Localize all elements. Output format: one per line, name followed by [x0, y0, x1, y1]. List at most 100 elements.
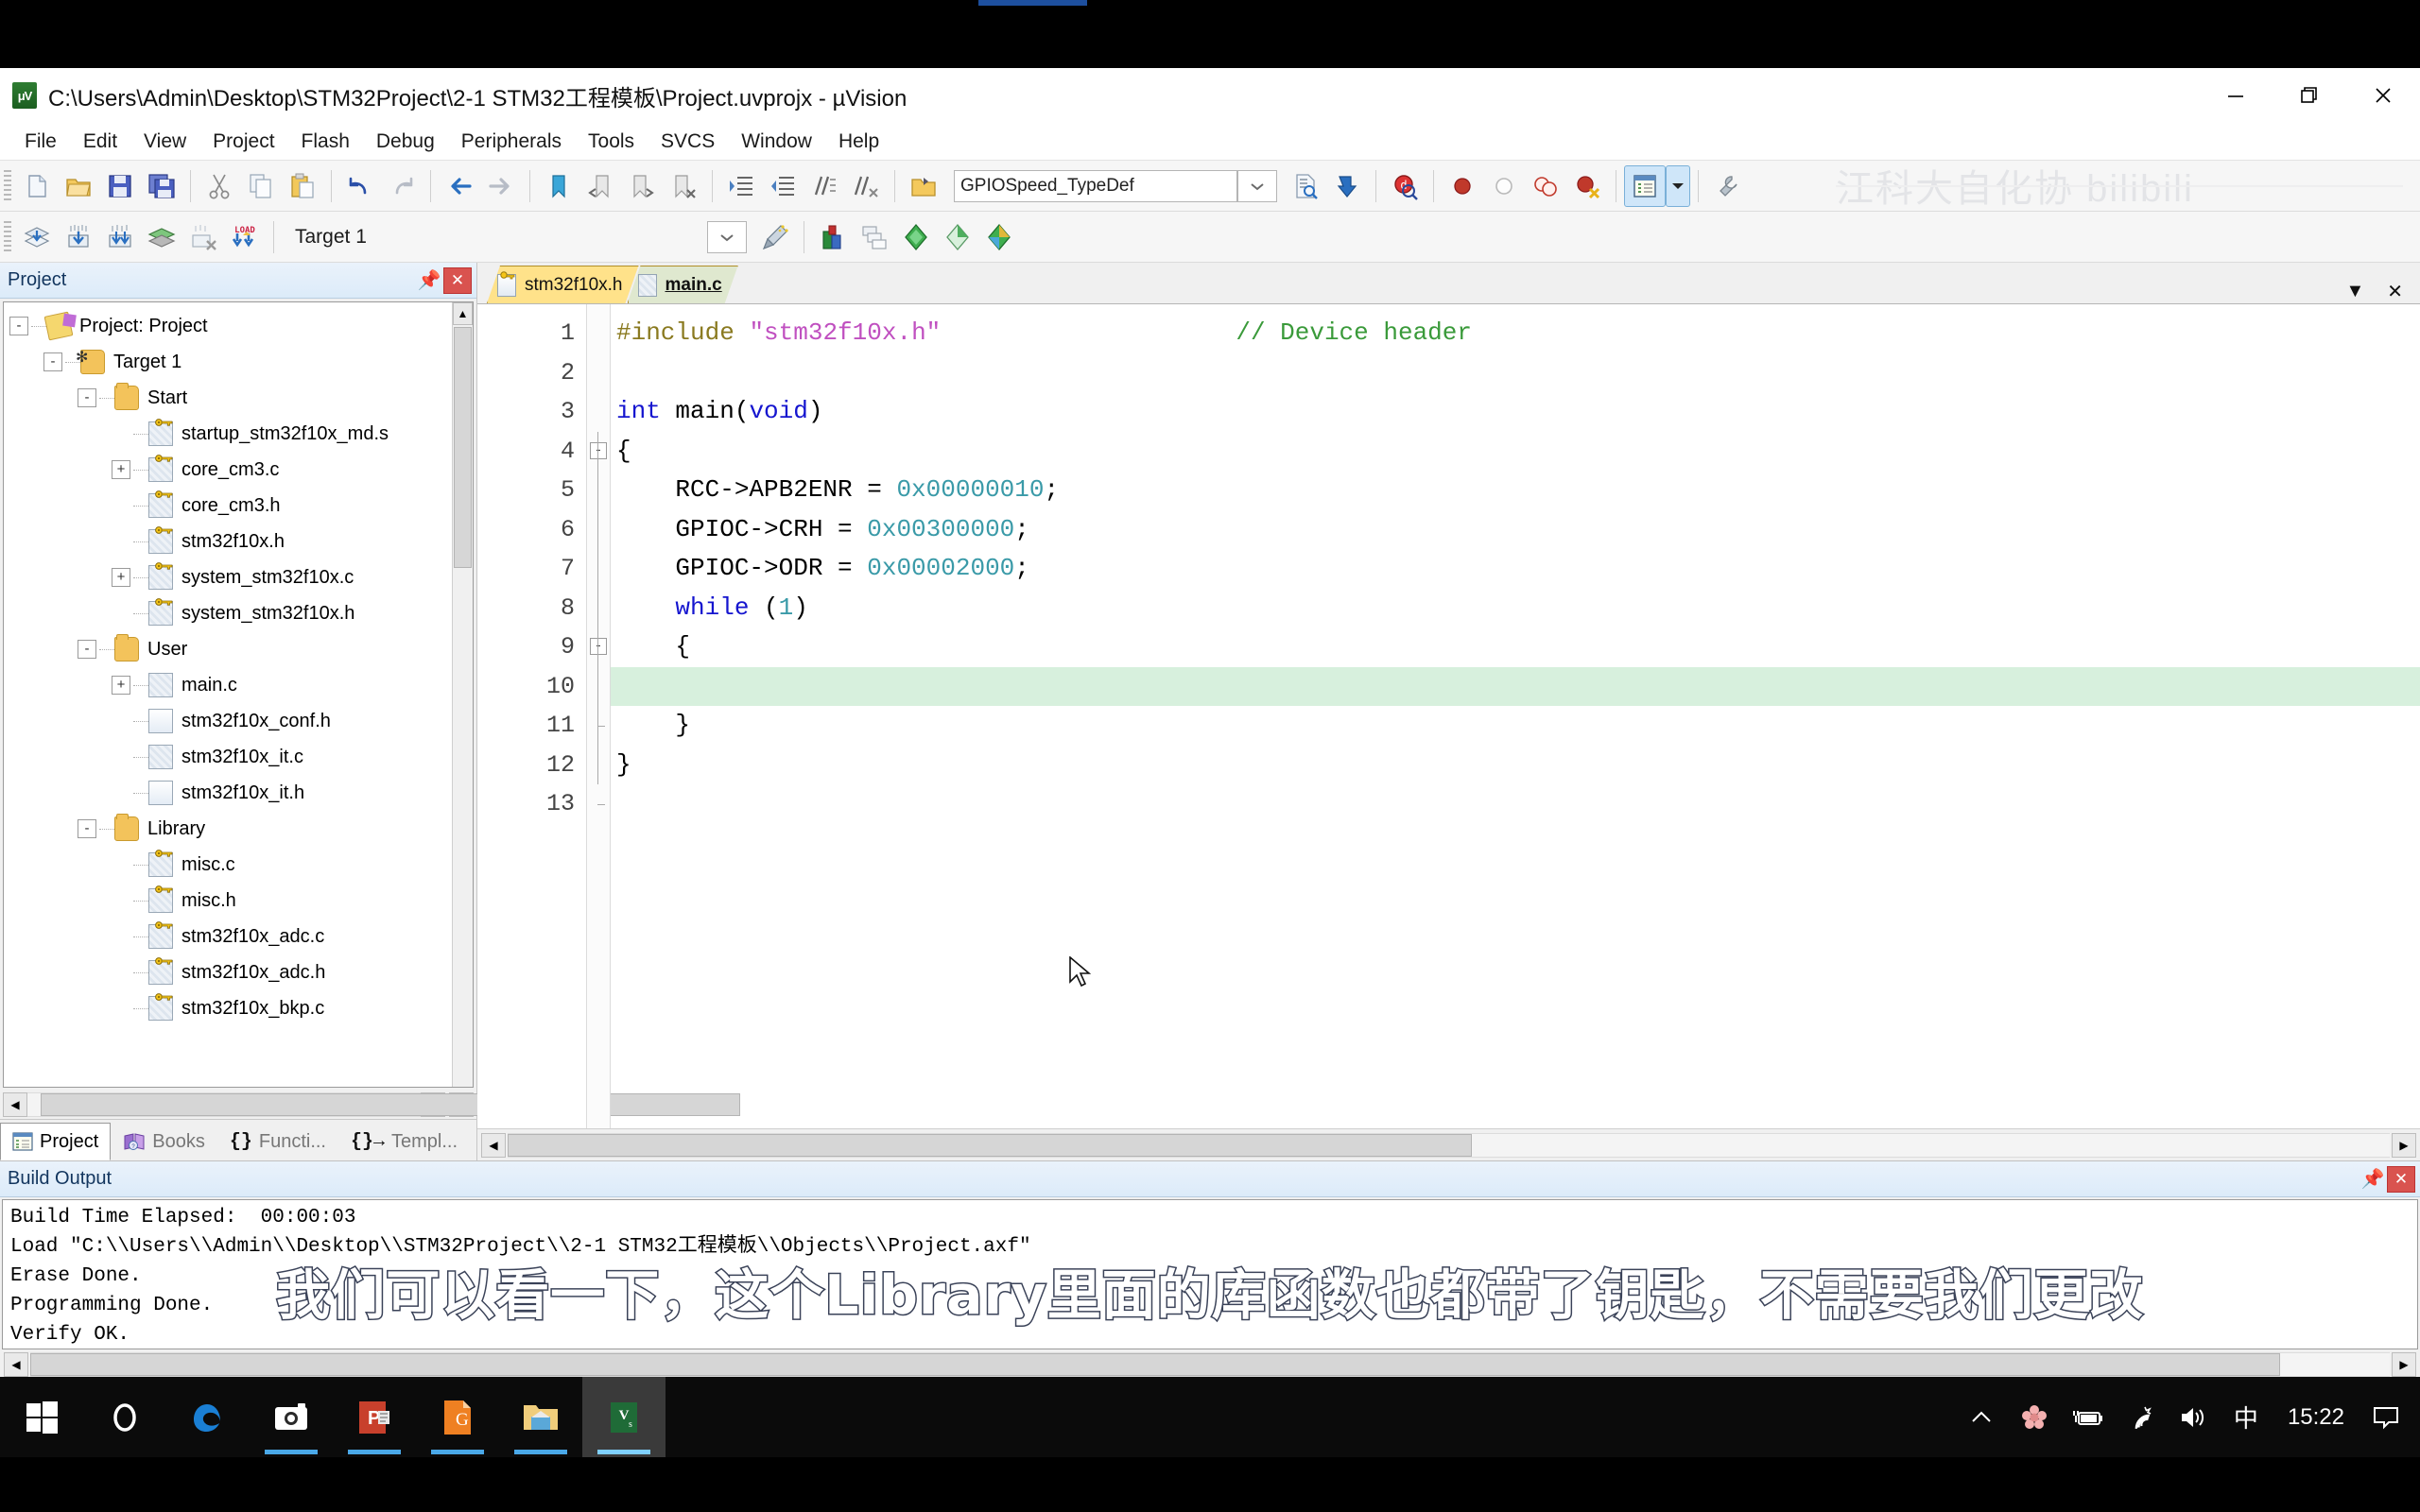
breakpoint-kill-all-icon[interactable]	[1566, 165, 1608, 207]
code-line[interactable]	[611, 667, 2420, 707]
scroll-right-button[interactable]: ▶	[2392, 1352, 2416, 1377]
build-output-hscrollbar[interactable]: ◀ ▶	[0, 1351, 2420, 1378]
breakpoint-disable-icon[interactable]	[1483, 165, 1525, 207]
bookmark-clear-icon[interactable]	[663, 165, 704, 207]
fold-toggle[interactable]: -	[590, 638, 607, 655]
navigate-forward-icon[interactable]	[480, 165, 522, 207]
translate-icon[interactable]	[16, 216, 58, 258]
manage-runtime-icon[interactable]	[812, 216, 854, 258]
indent-icon[interactable]	[720, 165, 762, 207]
project-tree-hscrollbar[interactable]: ◀ ▶ ▼	[3, 1091, 474, 1119]
menu-debug[interactable]: Debug	[363, 128, 448, 156]
find-in-files-icon[interactable]	[1285, 165, 1326, 207]
fold-marker[interactable]	[587, 589, 610, 628]
tab-project[interactable]: Project	[0, 1123, 111, 1160]
comment-icon[interactable]	[804, 165, 845, 207]
select-component-icon[interactable]	[937, 216, 978, 258]
tree-toggle[interactable]: -	[43, 352, 62, 371]
code-line[interactable]	[611, 353, 2420, 393]
open-file-icon[interactable]	[58, 165, 99, 207]
breakpoint-insert-icon[interactable]	[1442, 165, 1483, 207]
code-fold-column[interactable]: --	[586, 304, 611, 1128]
new-file-icon[interactable]	[16, 165, 58, 207]
menu-edit[interactable]: Edit	[70, 128, 130, 156]
code-text[interactable]: #include "stm32f10x.h" // Device header …	[611, 304, 2420, 1128]
tab-functions[interactable]: {} Functi...	[217, 1123, 338, 1160]
code-view[interactable]: 12345678910111213 -- #include "stm32f10x…	[477, 304, 2420, 1128]
close-button[interactable]	[2346, 68, 2420, 123]
insert-include-icon[interactable]	[1326, 165, 1368, 207]
target-options-icon[interactable]	[754, 216, 796, 258]
build-icon[interactable]	[58, 216, 99, 258]
network-status[interactable]	[2116, 1377, 2165, 1457]
tree-item-core-cm3-h[interactable]: core_cm3.h	[9, 488, 452, 524]
notification-icon[interactable]	[2361, 1377, 2411, 1457]
tree-item-startup-stm32f10x-md-s[interactable]: startup_stm32f10x_md.s	[9, 416, 452, 452]
ime-indicator[interactable]: 中	[2221, 1377, 2271, 1457]
project-tree-scrollbar[interactable]: ▲	[452, 302, 473, 1087]
download-icon[interactable]: LOAD	[224, 216, 266, 258]
code-line[interactable]: int main(void)	[611, 392, 2420, 432]
build-output-log[interactable]: Build Time Elapsed: 00:00:03Load "C:\\Us…	[2, 1199, 2418, 1349]
scroll-left-button[interactable]: ◀	[3, 1092, 27, 1117]
taskbar-clock[interactable]: 15:22	[2274, 1404, 2358, 1431]
target-dropdown[interactable]	[707, 221, 747, 253]
code-line[interactable]: {	[611, 432, 2420, 472]
bookmark-next-icon[interactable]	[621, 165, 663, 207]
menu-tools[interactable]: Tools	[575, 128, 648, 156]
battery-status[interactable]	[2063, 1377, 2112, 1457]
menu-view[interactable]: View	[130, 128, 199, 156]
tree-toggle[interactable]: -	[78, 640, 96, 659]
code-line[interactable]: }	[611, 706, 2420, 746]
code-line[interactable]: GPIOC->ODR = 0x00002000;	[611, 549, 2420, 589]
scroll-right-button[interactable]: ▶	[2392, 1133, 2416, 1158]
tree-toggle[interactable]: +	[112, 568, 130, 587]
fold-marker[interactable]: -	[587, 627, 610, 667]
project-window-dropdown-icon[interactable]	[1666, 165, 1690, 207]
fold-marker[interactable]	[587, 471, 610, 510]
editor-tab-main-c[interactable]: main.c	[628, 266, 738, 303]
edge-browser[interactable]	[166, 1377, 250, 1457]
copy-icon[interactable]	[240, 165, 282, 207]
tree-item-system-stm32f10x-c[interactable]: +system_stm32f10x.c	[9, 559, 452, 595]
code-line[interactable]: }	[611, 746, 2420, 785]
tab-templates[interactable]: {}→ Templ...	[338, 1123, 470, 1160]
tree-toggle[interactable]: +	[112, 460, 130, 479]
uncomment-icon[interactable]	[845, 165, 887, 207]
pin-icon[interactable]: 📌	[2359, 1165, 2387, 1194]
tree-toggle[interactable]: -	[78, 388, 96, 407]
menu-svcs[interactable]: SVCS	[648, 128, 728, 156]
fold-marker[interactable]	[587, 353, 610, 393]
scroll-left-button[interactable]: ◀	[4, 1352, 28, 1377]
tree-item-stm32f10x-it-h[interactable]: stm32f10x_it.h	[9, 775, 452, 811]
tree-item-target-1[interactable]: -Target 1	[9, 344, 452, 380]
hscroll-thumb[interactable]	[508, 1134, 1472, 1157]
tree-toggle[interactable]: -	[78, 819, 96, 838]
tree-item-core-cm3-c[interactable]: +core_cm3.c	[9, 452, 452, 488]
editor-tab-stm32f10x-h[interactable]: stm32f10x.h	[487, 266, 639, 303]
code-line[interactable]	[611, 784, 2420, 824]
multi-project-icon[interactable]	[854, 216, 895, 258]
start-button[interactable]	[0, 1377, 83, 1457]
scroll-up-button[interactable]: ▲	[453, 302, 473, 325]
tree-item-misc-h[interactable]: misc.h	[9, 883, 452, 919]
close-icon[interactable]: ✕	[2387, 1166, 2415, 1193]
save-all-icon[interactable]	[141, 165, 182, 207]
outdent-icon[interactable]	[762, 165, 804, 207]
project-tree[interactable]: -Project: Project-Target 1-Startstartup_…	[3, 301, 474, 1088]
tree-item-main-c[interactable]: +main.c	[9, 667, 452, 703]
menu-peripherals[interactable]: Peripherals	[448, 128, 575, 156]
fold-marker[interactable]	[587, 510, 610, 550]
debug-session-icon[interactable]: d	[1384, 165, 1426, 207]
configure-target-icon[interactable]	[895, 216, 937, 258]
show-hidden-icons[interactable]	[1957, 1377, 2006, 1457]
fold-marker[interactable]	[587, 667, 610, 707]
volume-control[interactable]	[2169, 1377, 2218, 1457]
fold-marker[interactable]	[587, 746, 610, 785]
search-combo-dropdown[interactable]	[1237, 170, 1277, 202]
tree-item-stm32f10x-h[interactable]: stm32f10x.h	[9, 524, 452, 559]
tree-item-stm32f10x-adc-c[interactable]: stm32f10x_adc.c	[9, 919, 452, 954]
tree-item-system-stm32f10x-h[interactable]: system_stm32f10x.h	[9, 595, 452, 631]
cortana-search[interactable]	[83, 1377, 166, 1457]
hscroll-track[interactable]	[30, 1352, 2390, 1377]
